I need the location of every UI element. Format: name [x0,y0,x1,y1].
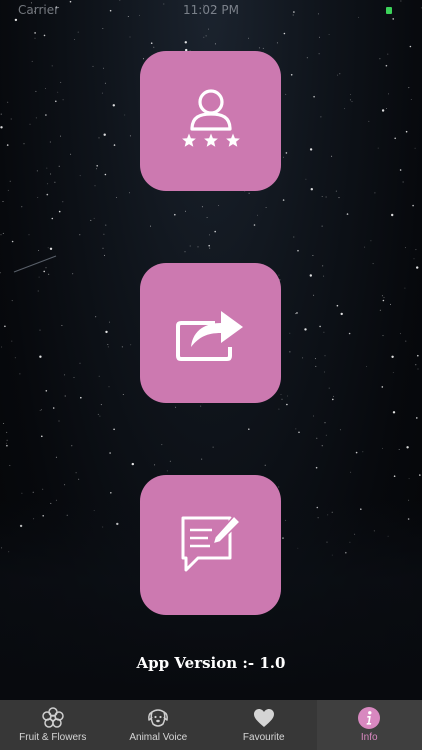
carrier-label: Carrier [18,3,60,17]
app-version-label: App Version :- 1.0 [136,654,286,672]
tab-label-info: Info [360,732,378,743]
rate-app-button[interactable] [140,51,281,191]
tab-info[interactable]: Info [316,700,422,750]
feedback-button[interactable] [140,475,281,615]
user-rating-icon [175,85,247,157]
share-app-button[interactable] [140,263,281,403]
tab-label-fruit-flowers: Fruit & Flowers [19,732,87,743]
info-icon [357,706,381,730]
share-icon [175,303,247,363]
dog-icon [146,706,170,730]
status-time: 11:02 PM [183,3,239,17]
tab-label-animal-voice: Animal Voice [129,732,188,743]
tab-label-favourite: Favourite [242,732,285,743]
tab-favourite[interactable]: Favourite [211,700,317,750]
status-bar: Carrier 11:02 PM [0,0,422,20]
flower-icon [41,706,65,730]
heart-icon [252,706,276,730]
tab-bar: Fruit & Flowers Animal Voice Favourite I… [0,700,422,750]
tab-animal-voice[interactable]: Animal Voice [106,700,212,750]
feedback-icon [178,514,244,576]
tab-fruit-flowers[interactable]: Fruit & Flowers [0,700,106,750]
info-screen: Carrier 11:02 PM App Version:- 1.0 Frui… [0,0,422,750]
battery-icon [386,7,392,14]
